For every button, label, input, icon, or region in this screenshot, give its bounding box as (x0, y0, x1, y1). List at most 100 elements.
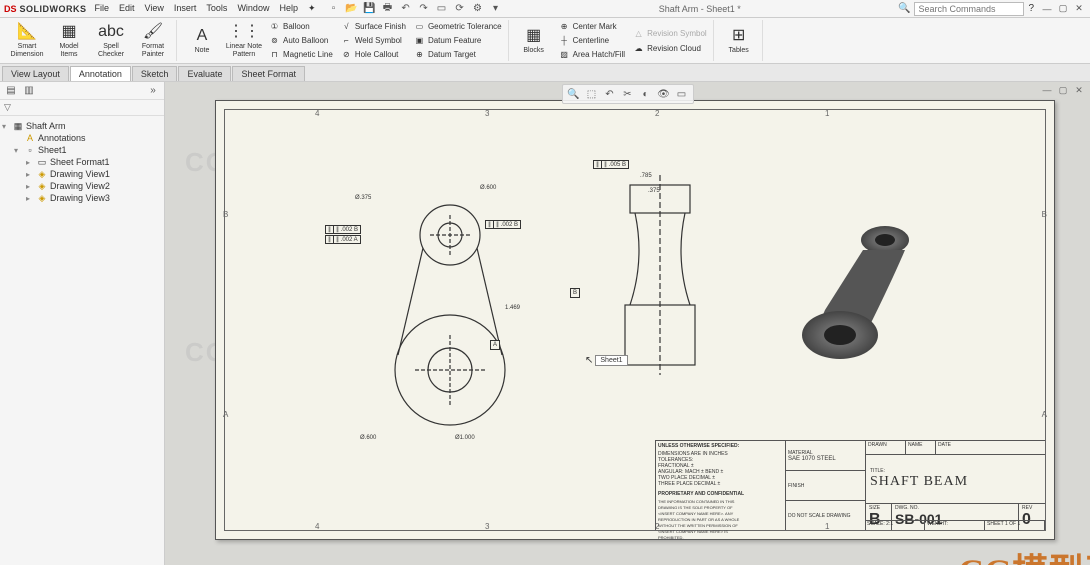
tree-root[interactable]: ▾▦Shaft Arm (2, 120, 162, 132)
dim-d375[interactable]: Ø.375 (355, 195, 371, 201)
revision-cloud-button[interactable]: ☁Revision Cloud (631, 42, 709, 55)
gtol-4[interactable]: ∥∥ .005 B (593, 160, 629, 169)
note-button[interactable]: ANote (183, 20, 221, 61)
revision-symbol-button[interactable]: △Revision Symbol (631, 27, 709, 40)
area-hatch-button[interactable]: ▨Area Hatch/Fill (557, 49, 627, 61)
datum-target-button[interactable]: ⊕Datum Target (412, 49, 504, 61)
select-icon[interactable]: ▭ (436, 3, 448, 15)
dropdown-icon[interactable]: ▾ (490, 3, 502, 15)
menu-help[interactable]: Help (279, 3, 298, 14)
surface-finish-button[interactable]: √Surface Finish (339, 20, 408, 32)
section-icon[interactable]: ✂ (621, 87, 635, 101)
datum-icon: ▣ (414, 35, 425, 46)
menu-bar: DS SOLIDWORKS File Edit View Insert Tool… (0, 0, 1090, 18)
datum-feature-button[interactable]: ▣Datum Feature (412, 34, 504, 46)
tb-title-value: SHAFT BEAM (870, 474, 1041, 490)
dim-d600[interactable]: Ø.600 (480, 185, 496, 191)
fm-filter-icon[interactable]: ▽ (4, 102, 16, 114)
spell-icon: abc (98, 22, 124, 42)
tree-view3[interactable]: ▸◈Drawing View3 (2, 192, 162, 204)
edit-sheet-icon[interactable]: ▭ (675, 87, 689, 101)
corner-watermark: CG模型王 (958, 543, 1090, 565)
undo-icon[interactable]: ↶ (400, 3, 412, 15)
tree-annotations[interactable]: AAnnotations (2, 132, 162, 144)
prev-view-icon[interactable]: ↶ (603, 87, 617, 101)
magnetic-line-button[interactable]: ⊓Magnetic Line (267, 49, 335, 61)
help-icon[interactable]: ? (1028, 3, 1034, 14)
gtol-1[interactable]: ∥∥ .002 B (325, 225, 361, 234)
model-items-button[interactable]: ▦Model Items (50, 20, 88, 61)
weld-symbol-button[interactable]: ⌐Weld Symbol (339, 34, 408, 46)
tab-sketch[interactable]: Sketch (132, 66, 178, 81)
balloon-button[interactable]: ①Balloon (267, 20, 335, 32)
rev-icon: △ (633, 28, 644, 39)
center-mark-button[interactable]: ⊕Center Mark (557, 20, 627, 32)
drawing-view-side[interactable] (605, 175, 715, 375)
zoom-area-icon[interactable]: ⬚ (585, 87, 599, 101)
dim-785[interactable]: .785 (640, 173, 652, 179)
linear-note-button[interactable]: ⋮⋮Linear Note Pattern (225, 20, 263, 61)
menu-view[interactable]: View (145, 3, 164, 14)
hide-show-icon[interactable]: 👁 (657, 87, 671, 101)
tab-annotation[interactable]: Annotation (70, 66, 131, 81)
hole-callout-button[interactable]: ⊘Hole Callout (339, 49, 408, 61)
options-icon[interactable]: ⚙ (472, 3, 484, 15)
menu-tools[interactable]: Tools (206, 3, 227, 14)
sheet-tooltip-label: Sheet1 (595, 355, 627, 366)
fm-tab-icon[interactable]: ▤ (4, 84, 18, 98)
tb-proprietary: PROPRIETARY AND CONFIDENTIAL (658, 491, 783, 497)
tab-sheet-format[interactable]: Sheet Format (232, 66, 305, 81)
blocks-button[interactable]: ▦Blocks (515, 20, 553, 61)
display-style-icon[interactable]: ◐ (639, 87, 653, 101)
dim-pd1000[interactable]: Ø1.000 (455, 435, 475, 441)
redo-icon[interactable]: ↷ (418, 3, 430, 15)
menu-window[interactable]: Window (237, 3, 269, 14)
maximize-icon[interactable]: ▢ (1056, 3, 1070, 15)
dim-pd600[interactable]: Ø.600 (360, 435, 376, 441)
tree-view2[interactable]: ▸◈Drawing View2 (2, 180, 162, 192)
rebuild-icon[interactable]: ⟳ (454, 3, 466, 15)
open-icon[interactable]: 📂 (346, 3, 358, 15)
centerline-button[interactable]: ┼Centerline (557, 34, 627, 46)
tb-material: SAE 1070 STEEL (788, 456, 863, 462)
doc-minimize-icon[interactable]: — (1040, 84, 1054, 96)
tab-view-layout[interactable]: View Layout (2, 66, 69, 81)
tables-button[interactable]: ⊞Tables (720, 20, 758, 61)
fm-collapse-icon[interactable]: » (146, 84, 160, 98)
smart-dimension-button[interactable]: 📐Smart Dimension (8, 20, 46, 61)
search-input[interactable] (914, 2, 1024, 16)
centermark-icon: ⊕ (559, 21, 570, 32)
auto-balloon-button[interactable]: ⊚Auto Balloon (267, 34, 335, 46)
datum-a[interactable]: A (490, 340, 500, 350)
new-icon[interactable]: ▫ (328, 3, 340, 15)
gtol-3[interactable]: ∥∥ .002 B (485, 220, 521, 229)
drawing-view-iso[interactable] (755, 190, 945, 380)
tree-sheet[interactable]: ▾▫Sheet1 (2, 144, 162, 156)
menu-file[interactable]: File (95, 3, 110, 14)
tab-evaluate[interactable]: Evaluate (178, 66, 231, 81)
spell-checker-button[interactable]: abcSpell Checker (92, 20, 130, 61)
drawing-canvas[interactable]: 🔍 ⬚ ↶ ✂ ◐ 👁 ▭ — ▢ ✕ CG模型王 CG模型王 CG模型王 CG… (165, 82, 1090, 565)
main-menu: File Edit View Insert Tools Window Help … (95, 3, 316, 14)
dim-h1469[interactable]: 1.469 (505, 305, 520, 311)
zoom-fit-icon[interactable]: 🔍 (567, 87, 581, 101)
tree-view1[interactable]: ▸◈Drawing View1 (2, 168, 162, 180)
minimize-icon[interactable]: — (1040, 3, 1054, 15)
fm-prop-icon[interactable]: ▥ (22, 84, 36, 98)
doc-restore-icon[interactable]: ▢ (1056, 84, 1070, 96)
auto-balloon-icon: ⊚ (269, 35, 280, 46)
tree-sheet-format[interactable]: ▸▭Sheet Format1 (2, 156, 162, 168)
close-icon[interactable]: ✕ (1072, 3, 1086, 15)
menu-edit[interactable]: Edit (119, 3, 135, 14)
print-icon[interactable]: 🖶 (382, 3, 394, 15)
menu-insert[interactable]: Insert (174, 3, 197, 14)
title-block[interactable]: UNLESS OTHERWISE SPECIFIED: DIMENSIONS A… (655, 440, 1045, 530)
datum-b-2[interactable]: B (570, 288, 580, 298)
doc-close-icon[interactable]: ✕ (1072, 84, 1086, 96)
format-painter-button[interactable]: 🖌Format Painter (134, 20, 172, 61)
geo-tol-button[interactable]: ▭Geometric Tolerance (412, 20, 504, 32)
dim-375-2[interactable]: .375 (648, 188, 660, 194)
gtol-2[interactable]: ∥∥ .002 A (325, 235, 361, 244)
save-icon[interactable]: 💾 (364, 3, 376, 15)
menu-star-icon[interactable]: ✦ (308, 3, 316, 14)
